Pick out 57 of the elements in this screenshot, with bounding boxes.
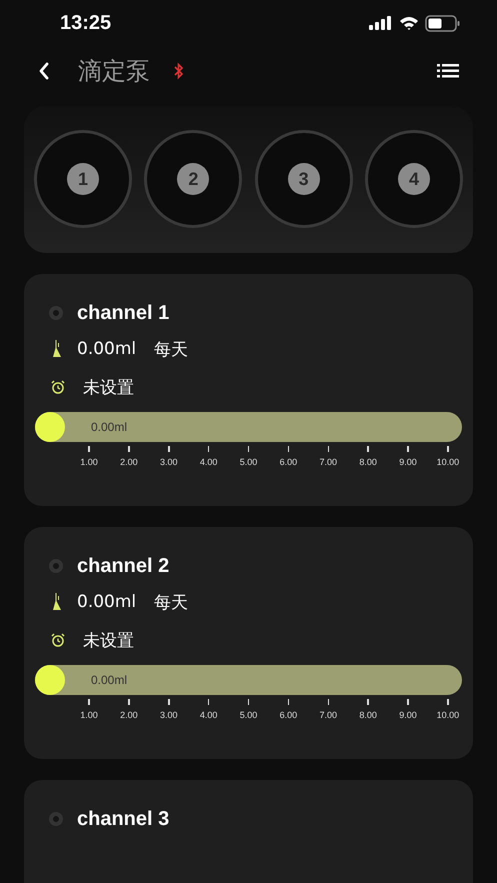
slider-reading: 0.00ml [91,420,128,434]
tick-label: 6.00 [280,710,298,720]
menu-icon[interactable] [437,64,459,78]
tick-label: 8.00 [359,710,377,720]
tick-label: 10.00 [436,710,460,720]
dose-slider[interactable]: 0.00ml [35,412,462,442]
channel-name: channel 2 [77,554,170,578]
schedule-status: 未设置 [83,376,134,398]
tick-label: 5.00 [240,710,258,720]
tick-label: 1.00 [80,710,98,720]
back-icon[interactable] [38,62,50,80]
tick-label: 7.00 [319,457,338,467]
pump-number: 3 [288,163,320,195]
tick-label: 3.00 [160,457,178,467]
tick-label: 1.00 [80,457,98,467]
pump-button[interactable]: 2 [144,130,242,228]
dose-amount: 0.00ml [77,592,136,612]
tick-label: 4.00 [200,710,218,720]
tick-label: 8.00 [359,457,377,467]
status-dot [49,306,63,320]
alarm-clock-icon [51,633,65,647]
pump-number: 1 [67,163,99,195]
dose-amount: 0.00ml [77,339,136,359]
pump-button[interactable]: 3 [254,130,353,228]
tick-label: 10.00 [436,457,460,467]
dose-frequency: 每天 [154,592,188,614]
pump-number: 4 [398,163,430,195]
slider-reading: 0.00ml [91,673,128,687]
tick-label: 6.00 [280,457,298,467]
channel-name: channel 3 [77,808,170,830]
dose-frequency: 每天 [154,338,188,360]
status-dot [49,812,63,826]
tick-label: 4.00 [200,457,218,467]
tick-label: 3.00 [160,710,178,720]
tick-label: 2.00 [120,457,138,467]
slider-thumb[interactable] [35,412,65,442]
flask-icon [51,339,63,359]
tick-label: 2.00 [120,710,138,720]
dose-slider[interactable]: 0.00ml [35,665,462,695]
pump-button[interactable]: 4 [364,130,463,228]
battery-icon [425,14,461,32]
tick-label: 9.00 [399,457,417,467]
schedule-status: 未设置 [83,630,134,652]
status-dot [49,559,63,573]
tick-label: 5.00 [240,457,258,467]
wifi-icon [399,16,419,30]
status-time: 13:25 [60,12,112,34]
tick-label: 9.00 [399,710,417,720]
tick-label: 7.00 [319,710,338,720]
signal-icon [369,16,393,30]
channel-name: channel 1 [77,302,170,324]
alarm-clock-icon [51,380,65,394]
pump-button[interactable]: 1 [34,130,132,228]
page-title: 滴定泵 [78,56,150,87]
pump-number: 2 [177,163,210,195]
slider-thumb[interactable] [35,665,65,695]
flask-icon [51,592,63,612]
